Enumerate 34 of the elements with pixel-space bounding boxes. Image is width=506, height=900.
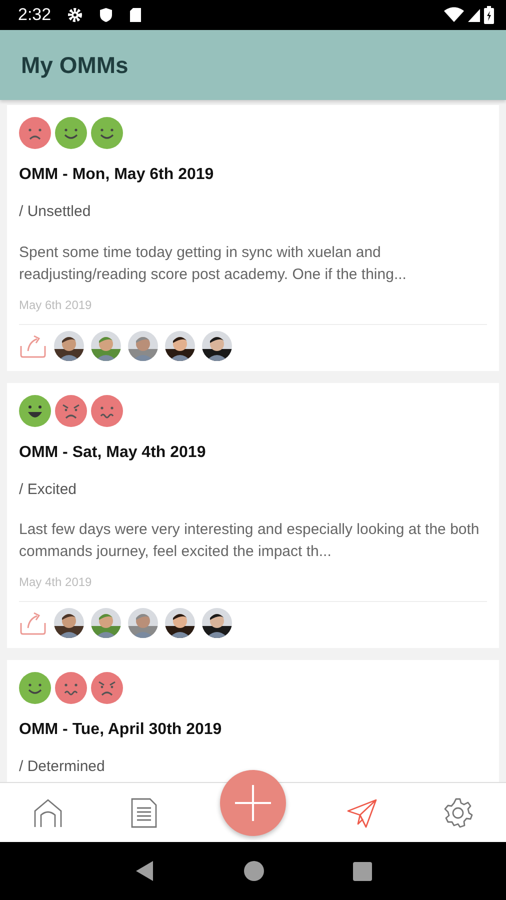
entry-title: OMM - Tue, April 30th 2019 bbox=[19, 720, 223, 740]
wifi-icon bbox=[444, 7, 464, 23]
signal-icon bbox=[468, 7, 480, 23]
worried-face-icon bbox=[91, 394, 123, 426]
plus-icon bbox=[233, 783, 273, 823]
smiling-face-icon bbox=[91, 117, 123, 149]
entry-date: May 6th 2019 bbox=[19, 296, 93, 314]
clock-time: 2:32 bbox=[18, 4, 52, 26]
entry-excerpt: Last few days were very interesting and especially looking at the both commands journey, feel excited the impact th... bbox=[19, 520, 480, 562]
back-icon[interactable] bbox=[134, 860, 154, 882]
battery-icon bbox=[484, 6, 494, 24]
smiling-face-icon bbox=[55, 117, 87, 149]
sad-face-icon bbox=[19, 117, 51, 149]
recents-icon[interactable] bbox=[352, 862, 372, 880]
worried-face-icon bbox=[55, 672, 87, 704]
grinning-face-icon bbox=[19, 394, 51, 426]
entry-title: OMM - Sat, May 4th 2019 bbox=[19, 442, 207, 462]
sd-card-icon bbox=[129, 7, 142, 23]
mood-label: / Determined bbox=[19, 757, 106, 777]
smiling-face-icon bbox=[19, 672, 51, 704]
home-button-icon[interactable] bbox=[244, 861, 264, 881]
shield-icon bbox=[99, 7, 114, 23]
page-title: My OMMs bbox=[21, 50, 128, 80]
mood-label: / Unsettled bbox=[19, 202, 92, 222]
entry-excerpt: Spent some time today getting in sync with xuelan and readjusting/reading score post academy. One if the thing... bbox=[19, 242, 408, 284]
entry-title: OMM - Mon, May 6th 2019 bbox=[19, 165, 215, 185]
gear-icon bbox=[67, 7, 84, 23]
angry-face-icon bbox=[55, 394, 87, 426]
omm-card[interactable]: OMM - Tue, April 30th 2019 / Determined bbox=[7, 660, 499, 782]
entry-date: May 4th 2019 bbox=[19, 574, 93, 591]
omm-card[interactable]: OMM - Sat, May 4th 2019 / Excited Last few days were very interesting and especially looking at the both commands journey, feel excited the impact th... May 4th 2019 bbox=[7, 382, 499, 648]
mood-label: / Excited bbox=[19, 480, 78, 500]
angry-face-icon bbox=[91, 672, 123, 704]
omm-card[interactable]: OMM - Mon, May 6th 2019 / Unsettled Spent some time today getting in sync with xuelan and readjusting/reading score post academy. One if the thing... May 6th 2019 bbox=[7, 105, 499, 370]
